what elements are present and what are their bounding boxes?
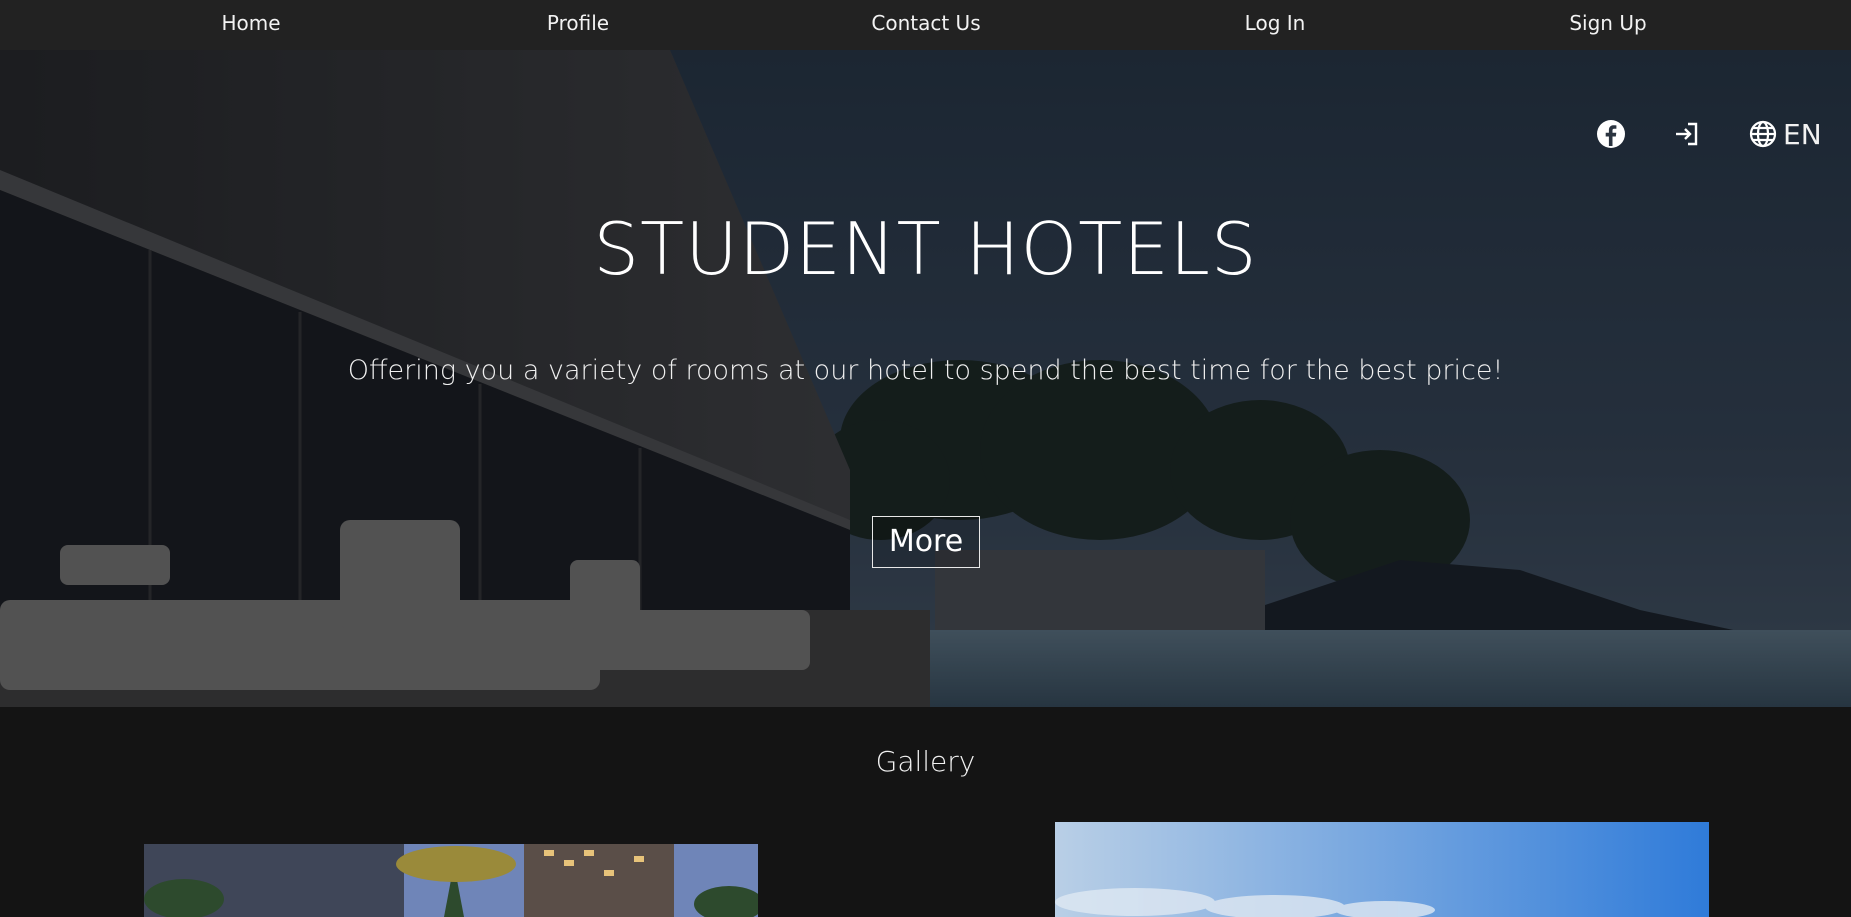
language-selector[interactable]: EN	[1749, 117, 1822, 151]
globe-icon	[1749, 120, 1777, 148]
facebook-icon	[1597, 120, 1625, 148]
login-link[interactable]	[1673, 118, 1701, 150]
gallery-photo-1	[144, 844, 758, 917]
hero-section: EN STUDENT HOTELS Offering you a variety…	[0, 50, 1851, 707]
nav-home-link[interactable]: Home	[221, 0, 280, 46]
hero-subtitle: Offering you a variety of rooms at our h…	[347, 355, 1504, 386]
gallery-heading: Gallery	[875, 745, 976, 778]
nav-login-link[interactable]: Log In	[1245, 0, 1306, 46]
gallery-image-sky[interactable]	[1055, 822, 1709, 917]
nav-profile-link[interactable]: Profile	[547, 0, 609, 46]
login-icon	[1676, 122, 1698, 146]
language-label: EN	[1783, 117, 1822, 151]
gallery-image-hotel-palms[interactable]	[144, 844, 758, 917]
gallery-photo-2	[1055, 822, 1709, 917]
nav-contact-link[interactable]: Contact Us	[871, 0, 980, 46]
nav-signup-link[interactable]: Sign Up	[1569, 0, 1646, 46]
hero-title: STUDENT HOTELS	[593, 207, 1258, 291]
facebook-link[interactable]	[1596, 118, 1626, 150]
top-navigation: Home Profile Contact Us Log In Sign Up	[0, 0, 1851, 50]
more-button[interactable]: More	[872, 516, 980, 568]
